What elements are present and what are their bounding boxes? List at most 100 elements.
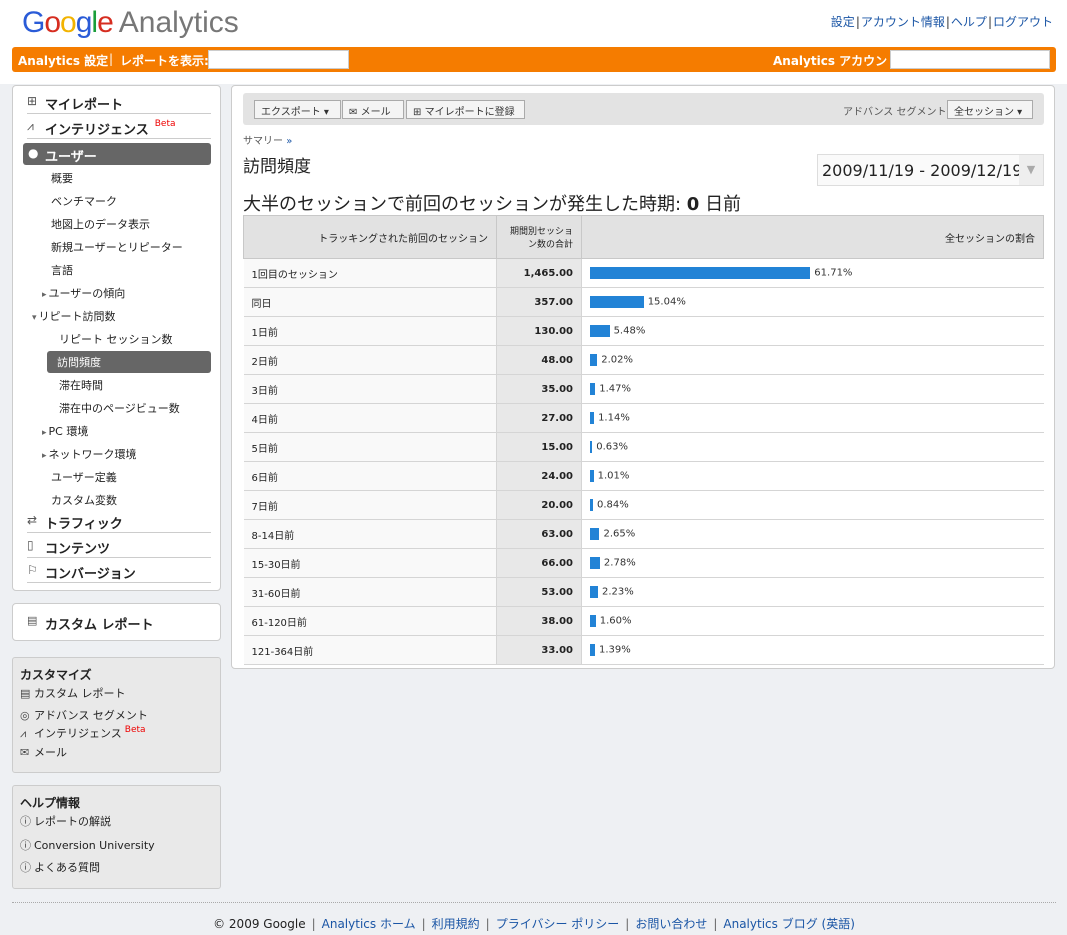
account-select[interactable] <box>890 50 1050 69</box>
custom-report-link[interactable]: カスタム レポート <box>45 614 154 633</box>
percent-bar <box>590 383 596 395</box>
help-link[interactable]: ヘルプ <box>951 15 987 29</box>
help-report-guide[interactable]: ⓘ レポートの解説 <box>20 813 111 829</box>
table-row: 1日前 130.00 5.48% <box>243 316 1044 346</box>
nav-traffic[interactable]: ⇄ トラフィック <box>27 509 211 533</box>
customize-panel: カスタマイズ ▤ カスタム レポート ◎ アドバンス セグメント ⩘ インテリジェンス… <box>12 657 221 773</box>
grid-icon: ⊞ <box>413 107 422 118</box>
row-sessions: 357.00 <box>496 287 582 317</box>
top-links: 設定|アカウント情報|ヘルプ|ログアウト <box>830 15 1053 29</box>
expand-arrow-icon[interactable]: ▸ <box>42 428 47 438</box>
customize-custom-report[interactable]: ▤ カスタム レポート <box>20 685 126 701</box>
analytics-settings-link[interactable]: Analytics 設定 <box>18 52 108 69</box>
sidebar-item[interactable]: 訪問頻度 <box>47 351 211 373</box>
expand-arrow-icon[interactable]: ▸ <box>42 451 47 461</box>
row-percent: 0.63% <box>581 432 1044 462</box>
account-label: Analytics アカウント: <box>773 54 904 68</box>
sidebar-item[interactable]: ▾ リピート訪問数 <box>32 308 116 324</box>
row-sessions: 24.00 <box>496 461 582 491</box>
table-row: 61-120日前 38.00 1.60% <box>243 606 1044 636</box>
help-panel: ヘルプ情報 ⓘ レポートの解説 ⓘ Conversion University ⓘ よ… <box>12 785 221 889</box>
target-icon: ◎ <box>20 709 30 722</box>
percent-bar <box>590 470 594 482</box>
table-row: 15-30日前 66.00 2.78% <box>243 548 1044 578</box>
nav-intelligence[interactable]: ⩘ インテリジェンス Beta <box>27 115 211 139</box>
add-to-my-reports-button[interactable]: ⊞ マイレポートに登録 <box>406 100 525 119</box>
chevron-down-icon: ▼ <box>1019 155 1043 185</box>
footer-analytics-home[interactable]: Analytics ホーム <box>322 917 416 931</box>
row-label: 6日前 <box>243 461 497 491</box>
sidebar-item[interactable]: ▸ ネットワーク環境 <box>42 446 137 462</box>
row-label: 1回目のセッション <box>243 258 497 288</box>
sidebar-item[interactable]: ユーザー定義 <box>51 469 117 485</box>
footer-blog[interactable]: Analytics ブログ (英語) <box>723 917 855 931</box>
customize-email[interactable]: ✉ メール <box>20 744 67 760</box>
col-header-previous-session[interactable]: トラッキングされた前回のセッション <box>243 215 497 259</box>
sidebar-item[interactable]: カスタム変数 <box>51 492 117 508</box>
footer-privacy[interactable]: プライバシー ポリシー <box>496 917 620 931</box>
row-label: 2日前 <box>243 345 497 375</box>
nav-conversion[interactable]: ⚐ コンバージョン <box>27 559 211 583</box>
sidebar-item[interactable]: ▸ ユーザーの傾向 <box>42 285 125 301</box>
segment-dropdown[interactable]: 全セッション ▾ <box>947 100 1033 119</box>
table-row: 121-364日前 33.00 1.39% <box>243 635 1044 665</box>
table-row: 31-60日前 53.00 2.23% <box>243 577 1044 607</box>
sidebar-item[interactable]: 新規ユーザーとリピーター <box>51 239 183 255</box>
export-button[interactable]: エクスポート ▾ <box>254 100 341 119</box>
sidebar-item[interactable]: リピート セッション数 <box>59 331 173 347</box>
footer-contact[interactable]: お問い合わせ <box>635 917 707 931</box>
row-label: 同日 <box>243 287 497 317</box>
help-conversion-university[interactable]: ⓘ Conversion University <box>20 837 155 853</box>
report-label: レポートを表示: <box>120 54 209 68</box>
nav-content[interactable]: ▯ コンテンツ <box>27 534 211 558</box>
customize-advanced-segment[interactable]: ◎ アドバンス セグメント <box>20 707 148 723</box>
collapse-arrow-icon[interactable]: ▾ <box>32 313 37 323</box>
nav-my-reports[interactable]: ⊞ マイレポート <box>27 90 211 114</box>
settings-link[interactable]: 設定 <box>831 15 855 29</box>
report-select[interactable] <box>208 50 349 69</box>
report-toolbar: エクスポート ▾ ✉ メール ⊞ マイレポートに登録 アドバンス セグメント: … <box>243 93 1044 125</box>
help-title: ヘルプ情報 <box>20 796 81 810</box>
user-icon: ● <box>28 146 39 160</box>
percent-bar <box>590 528 600 540</box>
footer-terms[interactable]: 利用規約 <box>432 917 480 931</box>
row-percent: 1.47% <box>581 374 1044 404</box>
footer: © 2009 Google | Analytics ホーム | 利用規約 | プライバシー … <box>12 902 1056 932</box>
email-button[interactable]: ✉ メール <box>342 100 404 119</box>
row-percent: 2.02% <box>581 345 1044 375</box>
traffic-icon: ⇄ <box>27 513 38 527</box>
col-header-sessions[interactable]: 期間別セッション数の合計 <box>496 215 582 259</box>
sidebar-item[interactable]: 滞在中のページビュー数 <box>59 400 180 416</box>
date-range-picker[interactable]: 2009/11/19 - 2009/12/19 ▼ <box>817 154 1044 186</box>
customize-title: カスタマイズ <box>20 668 92 682</box>
row-sessions: 1,465.00 <box>496 258 582 288</box>
row-sessions: 48.00 <box>496 345 582 375</box>
google-analytics-logo[interactable]: Google Analytics <box>22 6 239 40</box>
sidebar-item[interactable]: 概要 <box>51 170 73 186</box>
logout-link[interactable]: ログアウト <box>993 15 1053 29</box>
custom-report-box[interactable]: ▤ カスタム レポート <box>12 603 221 641</box>
intelligence-icon: ⩘ <box>27 119 34 133</box>
table-row: 6日前 24.00 1.01% <box>243 461 1044 491</box>
sidebar-nav: ⊞ マイレポート ⩘ インテリジェンス Beta ● ユーザー 概要ベンチマーク地図上の… <box>12 85 221 591</box>
percent-bar <box>590 412 595 424</box>
percent-bar <box>590 296 644 308</box>
row-percent: 1.60% <box>581 606 1044 636</box>
nav-users[interactable]: ● ユーザー <box>23 143 211 165</box>
sidebar-item[interactable]: ▸ PC 環境 <box>42 423 88 439</box>
row-label: 61-120日前 <box>243 606 497 636</box>
sidebar-item[interactable]: ベンチマーク <box>51 193 117 209</box>
account-info-link[interactable]: アカウント情報 <box>861 15 945 29</box>
breadcrumb[interactable]: サマリー » <box>243 132 292 147</box>
col-header-percent[interactable]: 全セッションの割合 <box>581 215 1044 259</box>
sidebar-item[interactable]: 言語 <box>51 262 73 278</box>
sidebar-item[interactable]: 滞在時間 <box>59 377 103 393</box>
segment-label: アドバンス セグメント: <box>843 107 950 118</box>
customize-intelligence[interactable]: ⩘ インテリジェンス Beta <box>20 725 146 741</box>
row-percent: 2.65% <box>581 519 1044 549</box>
row-label: 7日前 <box>243 490 497 520</box>
expand-arrow-icon[interactable]: ▸ <box>42 290 47 300</box>
sidebar-item[interactable]: 地図上のデータ表示 <box>51 216 150 232</box>
help-faq[interactable]: ⓘ よくある質問 <box>20 859 100 875</box>
row-percent: 5.48% <box>581 316 1044 346</box>
